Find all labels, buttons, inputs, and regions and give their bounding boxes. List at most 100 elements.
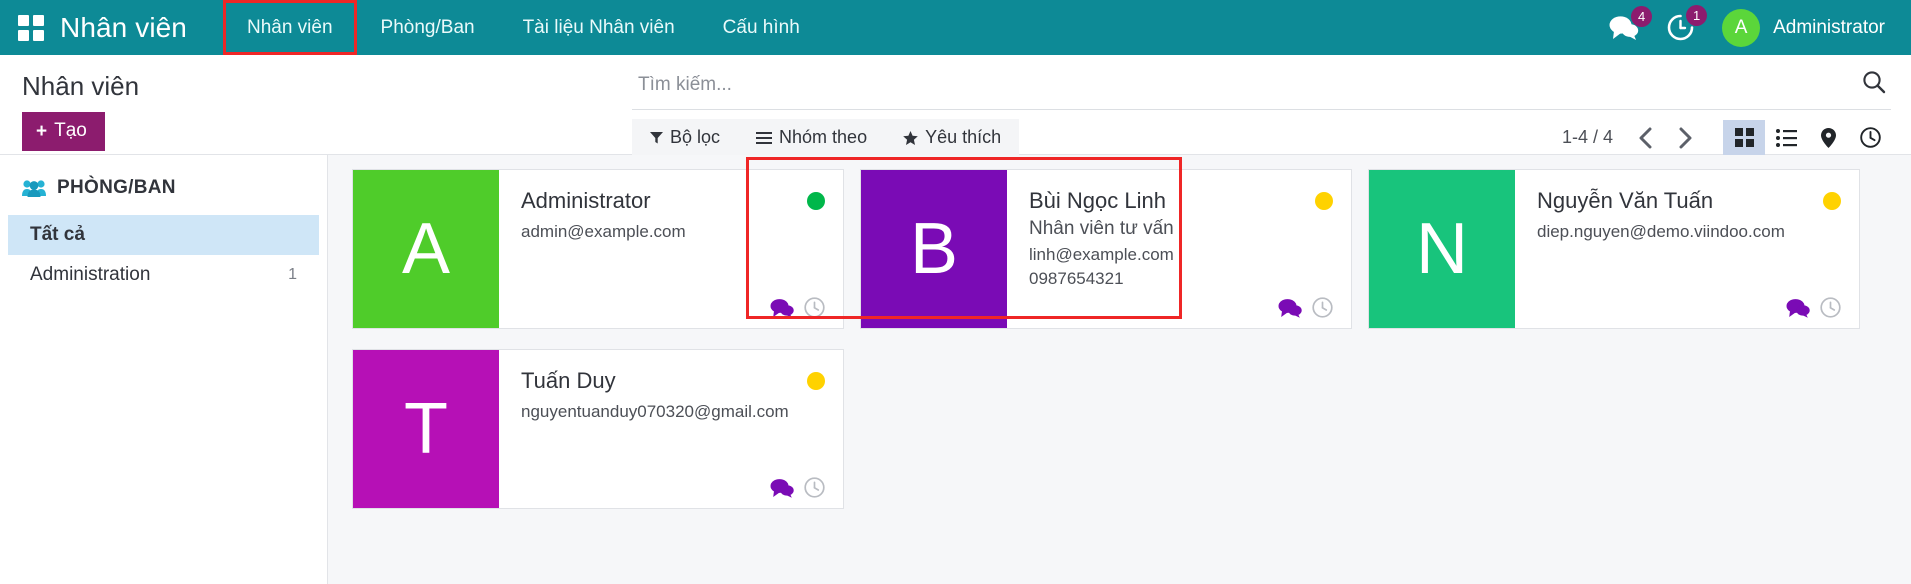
employee-avatar: N bbox=[1369, 170, 1515, 328]
employee-email: linh@example.com bbox=[1029, 245, 1333, 265]
nav-item-employees[interactable]: Nhân viên bbox=[223, 0, 357, 55]
search-bar bbox=[632, 69, 1891, 110]
employee-name: Administrator bbox=[521, 188, 825, 214]
user-menu[interactable]: A Administrator bbox=[1722, 9, 1885, 47]
create-button[interactable]: + Tạo bbox=[22, 112, 105, 151]
nav-item-departments[interactable]: Phòng/Ban bbox=[357, 0, 499, 55]
clock-icon bbox=[1860, 127, 1881, 148]
sidebar-item-label: Administration bbox=[30, 264, 150, 286]
employee-name: Tuấn Duy bbox=[521, 368, 825, 394]
chevron-right-icon bbox=[1676, 127, 1693, 149]
filter-funnel-icon bbox=[650, 131, 663, 144]
page-title: Nhân viên bbox=[22, 71, 632, 102]
star-icon bbox=[903, 131, 918, 145]
control-panel: Nhân viên + Tạo bbox=[0, 55, 1911, 155]
sidebar-item-count: 1 bbox=[288, 266, 297, 284]
card-footer bbox=[1029, 297, 1333, 318]
list-icon bbox=[1776, 129, 1797, 147]
main-menu: Nhân viên Phòng/Ban Tài liệu Nhân viên C… bbox=[223, 0, 824, 55]
employee-job-title: Nhân viên tư vấn bbox=[1029, 218, 1333, 240]
control-panel-left: Nhân viên + Tạo bbox=[0, 55, 632, 151]
control-panel-right: Bộ lọc Nhóm theo Yêu bbox=[632, 55, 1911, 156]
group-by-button-label: Nhóm theo bbox=[779, 127, 867, 148]
chat-bubble-icon[interactable] bbox=[770, 478, 794, 498]
main-body: PHÒNG/BAN Tất cả Administration 1 A Admi… bbox=[0, 155, 1911, 584]
search-icon[interactable] bbox=[1861, 69, 1891, 100]
group-lines-icon bbox=[756, 131, 772, 144]
status-badge bbox=[807, 192, 825, 210]
create-button-label: Tạo bbox=[54, 120, 87, 142]
sidebar-header-label: PHÒNG/BAN bbox=[57, 177, 176, 199]
favorites-button-label: Yêu thích bbox=[925, 127, 1001, 148]
card-footer bbox=[1537, 297, 1841, 318]
chevron-left-icon bbox=[1638, 127, 1655, 149]
filter-button-group: Bộ lọc Nhóm theo Yêu bbox=[632, 119, 1019, 156]
employee-card-body: Tuấn Duy nguyentuanduy070320@gmail.com bbox=[499, 350, 843, 508]
kanban-column: A Administrator admin@example.com bbox=[344, 169, 852, 529]
messages-count-badge: 4 bbox=[1631, 6, 1652, 27]
people-group-icon bbox=[22, 179, 46, 197]
sidebar-item-all[interactable]: Tất cả bbox=[8, 215, 319, 255]
clock-icon[interactable] bbox=[804, 477, 825, 498]
employee-avatar: B bbox=[861, 170, 1007, 328]
employee-avatar: A bbox=[353, 170, 499, 328]
employee-name: Nguyễn Văn Tuấn bbox=[1537, 188, 1841, 214]
filter-button-label: Bộ lọc bbox=[670, 127, 720, 148]
favorites-button[interactable]: Yêu thích bbox=[885, 119, 1019, 156]
view-switcher bbox=[1723, 120, 1891, 156]
search-input[interactable] bbox=[632, 74, 1861, 96]
map-pin-icon bbox=[1821, 128, 1836, 148]
activities-button[interactable]: 1 bbox=[1667, 14, 1694, 41]
app-brand-title: Nhân viên bbox=[60, 12, 187, 44]
employee-email: diep.nguyen@demo.viindoo.com bbox=[1537, 222, 1841, 242]
nav-item-configuration[interactable]: Cấu hình bbox=[699, 0, 824, 55]
view-button-map[interactable] bbox=[1807, 120, 1849, 156]
chat-bubble-icon[interactable] bbox=[770, 298, 794, 318]
employee-card-body: Nguyễn Văn Tuấn diep.nguyen@demo.viindoo… bbox=[1515, 170, 1859, 328]
group-by-button[interactable]: Nhóm theo bbox=[738, 119, 885, 156]
user-name-label: Administrator bbox=[1773, 17, 1885, 39]
apps-grid-icon[interactable] bbox=[18, 15, 44, 41]
pager-next-button[interactable] bbox=[1667, 121, 1701, 155]
sidebar-item-administration[interactable]: Administration 1 bbox=[8, 255, 319, 295]
employee-card[interactable]: T Tuấn Duy nguyentuanduy070320@gmail.com bbox=[352, 349, 844, 509]
avatar: A bbox=[1722, 9, 1760, 47]
clock-icon[interactable] bbox=[1312, 297, 1333, 318]
status-badge bbox=[1315, 192, 1333, 210]
chat-bubble-icon[interactable] bbox=[1786, 298, 1810, 318]
pager-range-label: 1-4 / 4 bbox=[1562, 127, 1613, 148]
employee-email: nguyentuanduy070320@gmail.com bbox=[521, 402, 825, 422]
view-button-activity[interactable] bbox=[1849, 120, 1891, 156]
nav-item-employee-documents[interactable]: Tài liệu Nhân viên bbox=[499, 0, 699, 55]
employee-avatar: T bbox=[353, 350, 499, 508]
clock-icon[interactable] bbox=[804, 297, 825, 318]
employee-name: Bùi Ngọc Linh bbox=[1029, 188, 1333, 214]
employee-card-body: Administrator admin@example.com bbox=[499, 170, 843, 328]
sidebar-item-label: Tất cả bbox=[30, 224, 85, 246]
view-button-kanban[interactable] bbox=[1723, 120, 1765, 156]
kanban-grid-icon bbox=[1735, 128, 1754, 147]
pager: 1-4 / 4 bbox=[1562, 121, 1701, 155]
card-footer bbox=[521, 297, 825, 318]
employee-email: admin@example.com bbox=[521, 222, 825, 242]
chat-bubble-icon[interactable] bbox=[1278, 298, 1302, 318]
employee-card[interactable]: B Bùi Ngọc Linh Nhân viên tư vấn linh@ex… bbox=[860, 169, 1352, 329]
status-badge bbox=[1823, 192, 1841, 210]
filter-button[interactable]: Bộ lọc bbox=[632, 119, 738, 156]
plus-icon: + bbox=[36, 122, 47, 141]
employee-phone: 0987654321 bbox=[1029, 269, 1333, 289]
pager-previous-button[interactable] bbox=[1629, 121, 1663, 155]
status-badge bbox=[807, 372, 825, 390]
top-navbar: Nhân viên Nhân viên Phòng/Ban Tài liệu N… bbox=[0, 0, 1911, 55]
sidebar: PHÒNG/BAN Tất cả Administration 1 bbox=[0, 155, 328, 584]
activities-count-badge: 1 bbox=[1686, 5, 1707, 26]
filter-bar: Bộ lọc Nhóm theo Yêu bbox=[632, 119, 1891, 156]
employee-card[interactable]: A Administrator admin@example.com bbox=[352, 169, 844, 329]
card-footer bbox=[521, 477, 825, 498]
kanban-column: B Bùi Ngọc Linh Nhân viên tư vấn linh@ex… bbox=[852, 169, 1360, 529]
clock-icon[interactable] bbox=[1820, 297, 1841, 318]
employee-card[interactable]: N Nguyễn Văn Tuấn diep.nguyen@demo.viind… bbox=[1368, 169, 1860, 329]
messages-button[interactable]: 4 bbox=[1609, 15, 1639, 41]
view-button-list[interactable] bbox=[1765, 120, 1807, 156]
employee-card-body: Bùi Ngọc Linh Nhân viên tư vấn linh@exam… bbox=[1007, 170, 1351, 328]
